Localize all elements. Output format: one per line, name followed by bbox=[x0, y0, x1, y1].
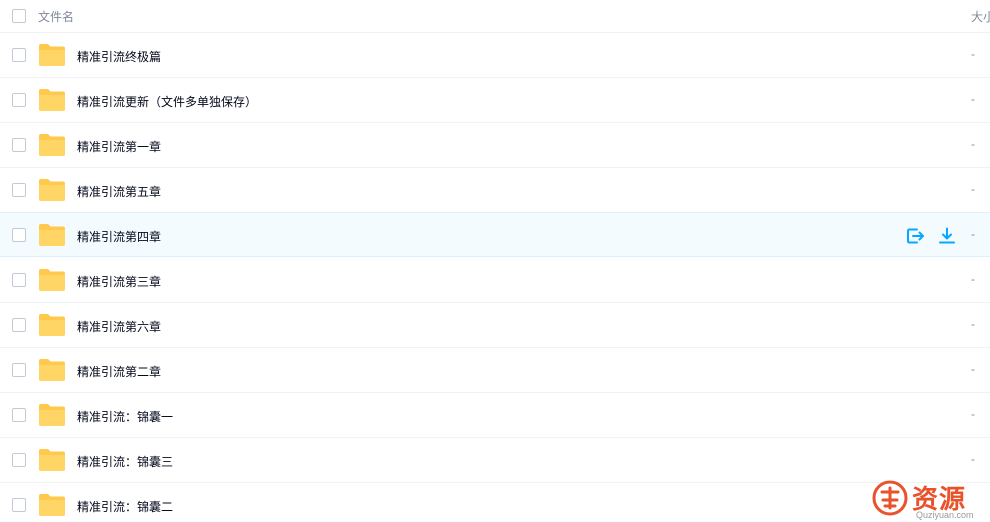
file-row[interactable]: 精准引流：锦囊二 bbox=[0, 483, 990, 522]
file-size: - bbox=[971, 317, 975, 331]
folder-icon bbox=[39, 224, 65, 246]
file-row[interactable]: 精准引流终极篇 - bbox=[0, 33, 990, 78]
row-checkbox[interactable] bbox=[12, 498, 26, 512]
folder-icon bbox=[39, 134, 65, 156]
file-row[interactable]: 精准引流第三章 - bbox=[0, 258, 990, 303]
file-row[interactable]: 精准引流第六章 - bbox=[0, 303, 990, 348]
file-row[interactable]: 精准引流第一章 - bbox=[0, 123, 990, 168]
file-size: - bbox=[971, 407, 975, 421]
folder-icon bbox=[39, 404, 65, 426]
file-row[interactable]: 精准引流更新（文件多单独保存） - bbox=[0, 78, 990, 123]
folder-icon bbox=[39, 494, 65, 516]
watermark-subtitle: Quziyuan.com bbox=[916, 510, 974, 520]
file-size: - bbox=[971, 92, 975, 106]
file-name[interactable]: 精准引流第六章 bbox=[77, 318, 161, 335]
file-name[interactable]: 精准引流第五章 bbox=[77, 183, 161, 200]
folder-icon bbox=[39, 359, 65, 381]
file-size: - bbox=[971, 272, 975, 286]
size-column-header[interactable]: 大小 bbox=[971, 8, 990, 25]
row-checkbox[interactable] bbox=[12, 48, 26, 62]
row-checkbox[interactable] bbox=[12, 273, 26, 287]
row-checkbox[interactable] bbox=[12, 408, 26, 422]
file-row[interactable]: 精准引流第二章 - bbox=[0, 348, 990, 393]
file-size: - bbox=[971, 362, 975, 376]
file-name[interactable]: 精准引流终极篇 bbox=[77, 48, 161, 65]
select-all-checkbox[interactable] bbox=[12, 9, 26, 23]
file-name[interactable]: 精准引流：锦囊二 bbox=[77, 498, 173, 515]
name-column-header[interactable]: 文件名 bbox=[38, 8, 74, 25]
file-name[interactable]: 精准引流第四章 bbox=[77, 228, 161, 245]
row-checkbox[interactable] bbox=[12, 228, 26, 242]
file-row[interactable]: 精准引流：锦囊三 - bbox=[0, 438, 990, 483]
file-name[interactable]: 精准引流：锦囊一 bbox=[77, 408, 173, 425]
file-row[interactable]: 精准引流：锦囊一 - bbox=[0, 393, 990, 438]
file-size: - bbox=[971, 227, 975, 241]
file-name[interactable]: 精准引流：锦囊三 bbox=[77, 453, 173, 470]
file-row[interactable]: 精准引流第四章 - bbox=[0, 212, 990, 257]
file-size: - bbox=[971, 452, 975, 466]
file-name[interactable]: 精准引流第二章 bbox=[77, 363, 161, 380]
row-checkbox[interactable] bbox=[12, 93, 26, 107]
share-icon[interactable] bbox=[905, 226, 925, 246]
file-row[interactable]: 精准引流第五章 - bbox=[0, 168, 990, 213]
row-checkbox[interactable] bbox=[12, 138, 26, 152]
file-name[interactable]: 精准引流第三章 bbox=[77, 273, 161, 290]
list-header: 文件名 大小 bbox=[0, 0, 990, 33]
file-size: - bbox=[971, 182, 975, 196]
folder-icon bbox=[39, 44, 65, 66]
folder-icon bbox=[39, 449, 65, 471]
folder-icon bbox=[39, 314, 65, 336]
file-size: - bbox=[971, 47, 975, 61]
folder-icon bbox=[39, 89, 65, 111]
file-name[interactable]: 精准引流第一章 bbox=[77, 138, 161, 155]
watermark: 资源 Quziyuan.com bbox=[872, 478, 990, 522]
folder-icon bbox=[39, 179, 65, 201]
download-icon[interactable] bbox=[937, 226, 957, 246]
row-checkbox[interactable] bbox=[12, 183, 26, 197]
file-name[interactable]: 精准引流更新（文件多单独保存） bbox=[77, 93, 257, 110]
row-checkbox[interactable] bbox=[12, 318, 26, 332]
folder-icon bbox=[39, 269, 65, 291]
watermark-logo-icon bbox=[872, 480, 908, 516]
file-size: - bbox=[971, 137, 975, 151]
row-checkbox[interactable] bbox=[12, 363, 26, 377]
row-checkbox[interactable] bbox=[12, 453, 26, 467]
